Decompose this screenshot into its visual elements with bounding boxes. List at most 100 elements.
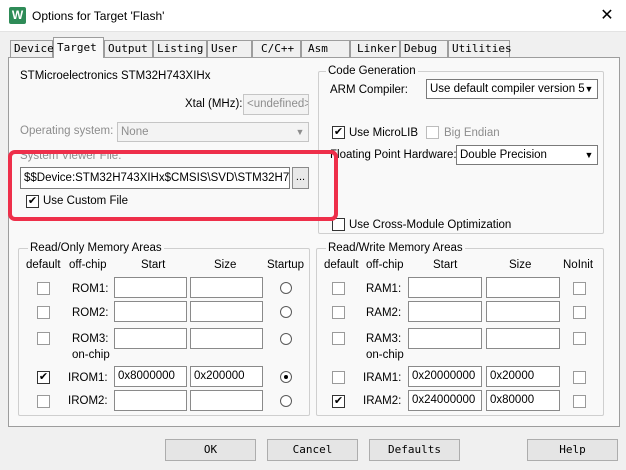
irom1-label: IROM1: (68, 372, 108, 384)
irom1-size-input[interactable]: 0x200000 (190, 366, 263, 387)
ro-header-start: Start (141, 259, 166, 271)
ram3-label: RAM3: (366, 333, 402, 345)
ram1-size-input[interactable] (486, 277, 560, 298)
highlight-box (8, 150, 338, 221)
close-icon[interactable]: ✕ (594, 5, 620, 27)
iram2-start-input[interactable]: 0x24000000 (408, 390, 482, 411)
irom1-start-input[interactable]: 0x8000000 (114, 366, 187, 387)
rw-memory-title: Read/Write Memory Areas (326, 242, 465, 254)
ram2-start-input[interactable] (408, 301, 482, 322)
cross-module-label: Use Cross-Module Optimization (349, 219, 512, 231)
cancel-button[interactable]: Cancel (267, 439, 358, 461)
compiler-select[interactable]: Use default compiler version 5 ▼ (426, 79, 598, 99)
irom2-default-checkbox[interactable] (37, 395, 50, 408)
fp-label: Floating Point Hardware: (330, 149, 457, 161)
iram2-size-input[interactable]: 0x80000 (486, 390, 560, 411)
ro-onchip-label: on-chip (72, 349, 110, 361)
os-select[interactable]: None ▼ (117, 122, 309, 142)
irom1-default-checkbox[interactable]: ✔ (37, 371, 50, 384)
app-icon: W (9, 7, 26, 24)
rom2-start-input[interactable] (114, 301, 187, 322)
tab-c-cpp[interactable]: C/C++ (252, 40, 301, 57)
microlib-checkbox[interactable]: ✔ (332, 126, 345, 139)
ram2-size-input[interactable] (486, 301, 560, 322)
rom3-start-input[interactable] (114, 328, 187, 349)
ram1-start-input[interactable] (408, 277, 482, 298)
iram1-size-input[interactable]: 0x20000 (486, 366, 560, 387)
compiler-value: Use default compiler version 5 (430, 83, 585, 95)
tab-debug[interactable]: Debug (400, 40, 448, 57)
tab-output[interactable]: Output (104, 40, 153, 57)
checkmark-icon: ✔ (333, 395, 344, 407)
ram2-noinit-checkbox[interactable] (573, 306, 586, 319)
ro-header-size: Size (214, 259, 237, 271)
ram3-default-checkbox[interactable] (332, 332, 345, 345)
irom2-size-input[interactable] (190, 390, 263, 411)
ram2-default-checkbox[interactable] (332, 306, 345, 319)
iram1-default-checkbox[interactable] (332, 371, 345, 384)
rom2-default-checkbox[interactable] (37, 306, 50, 319)
device-name: STMicroelectronics STM32H743XIHx (20, 70, 211, 82)
rw-onchip-label: on-chip (366, 349, 404, 361)
ram3-noinit-checkbox[interactable] (573, 332, 586, 345)
xtal-input[interactable]: <undefined> (243, 94, 309, 115)
tab-utilities[interactable]: Utilities (448, 40, 512, 57)
irom1-startup-radio[interactable] (280, 371, 292, 383)
tab-listing[interactable]: Listing (153, 40, 207, 57)
xtal-label: Xtal (MHz): (185, 98, 243, 110)
compiler-label: ARM Compiler: (330, 84, 408, 96)
ram1-label: RAM1: (366, 283, 402, 295)
big-endian-checkbox[interactable] (426, 126, 439, 139)
iram2-noinit-checkbox[interactable] (573, 395, 586, 408)
fp-value: Double Precision (460, 149, 547, 161)
tab-device[interactable]: Device (10, 40, 54, 57)
checkmark-icon: ✔ (38, 371, 49, 383)
tab-user[interactable]: User (207, 40, 252, 57)
rw-header-default: default (324, 259, 359, 271)
tab-linker[interactable]: Linker (350, 40, 400, 57)
rom1-startup-radio[interactable] (280, 282, 292, 294)
iram1-noinit-checkbox[interactable] (573, 371, 586, 384)
irom2-start-input[interactable] (114, 390, 187, 411)
rom3-size-input[interactable] (190, 328, 263, 349)
ram3-size-input[interactable] (486, 328, 560, 349)
ram3-start-input[interactable] (408, 328, 482, 349)
ok-button[interactable]: OK (165, 439, 256, 461)
ro-memory-title: Read/Only Memory Areas (28, 242, 164, 254)
big-endian-label: Big Endian (444, 127, 500, 139)
os-label: Operating system: (20, 125, 114, 137)
microlib-label: Use MicroLIB (349, 127, 419, 139)
rw-header-offchip: off-chip (366, 259, 404, 271)
rom1-default-checkbox[interactable] (37, 282, 50, 295)
window-title: Options for Target 'Flash' (32, 9, 165, 23)
ro-header-startup: Startup (267, 259, 305, 271)
defaults-button[interactable]: Defaults (369, 439, 460, 461)
help-button[interactable]: Help (527, 439, 618, 461)
rw-header-start: Start (433, 259, 458, 271)
rom2-label: ROM2: (72, 307, 109, 319)
ram2-label: RAM2: (366, 307, 402, 319)
iram1-start-input[interactable]: 0x20000000 (408, 366, 482, 387)
rom1-start-input[interactable] (114, 277, 187, 298)
chevron-down-icon: ▼ (584, 84, 594, 94)
ram1-default-checkbox[interactable] (332, 282, 345, 295)
rw-header-size: Size (509, 259, 532, 271)
rom1-size-input[interactable] (190, 277, 263, 298)
tab-target[interactable]: Target (53, 37, 104, 58)
irom2-label: IROM2: (68, 395, 108, 407)
iram2-default-checkbox[interactable]: ✔ (332, 395, 345, 408)
chevron-down-icon: ▼ (584, 150, 594, 160)
fp-select[interactable]: Double Precision ▼ (456, 145, 598, 165)
ro-header-offchip: off-chip (69, 259, 107, 271)
irom2-startup-radio[interactable] (280, 395, 292, 407)
rom3-default-checkbox[interactable] (37, 332, 50, 345)
ram1-noinit-checkbox[interactable] (573, 282, 586, 295)
rom2-size-input[interactable] (190, 301, 263, 322)
iram2-label: IRAM2: (363, 395, 402, 407)
rom3-startup-radio[interactable] (280, 333, 292, 345)
rw-header-noinit: NoInit (563, 259, 594, 271)
ro-header-default: default (26, 259, 61, 271)
rom2-startup-radio[interactable] (280, 306, 292, 318)
iram1-label: IRAM1: (363, 372, 402, 384)
tab-asm[interactable]: Asm (301, 40, 350, 57)
